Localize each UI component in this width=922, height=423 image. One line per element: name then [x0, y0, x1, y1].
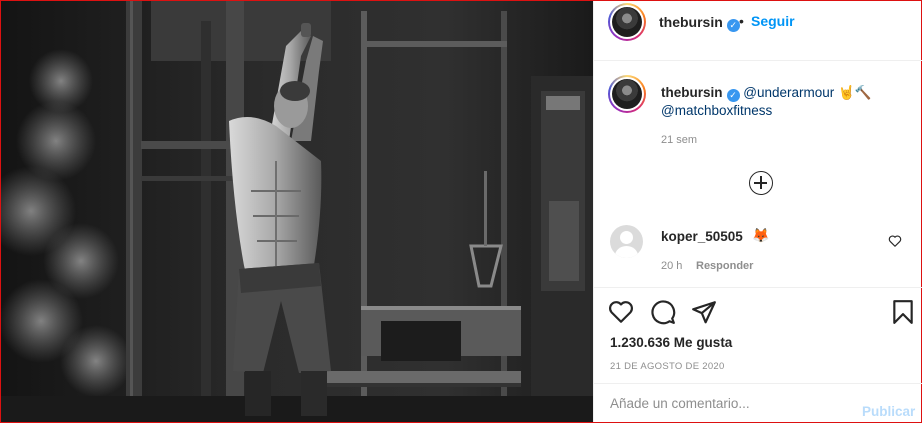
comment-username[interactable]: koper_50505	[661, 229, 743, 244]
caption-emojis: 🤘🔨	[838, 85, 872, 100]
mention-underarmour[interactable]: @underarmour	[743, 85, 834, 100]
post-image[interactable]	[1, 1, 593, 422]
post-comment-button[interactable]: Publicar	[862, 404, 915, 419]
author-username[interactable]: thebursin ✓	[659, 14, 740, 32]
comment-text: 🦊	[752, 227, 770, 243]
comment-input[interactable]	[610, 393, 840, 413]
separator-dot: •	[739, 13, 744, 29]
comment-icon[interactable]	[650, 299, 676, 325]
avatar-photo	[612, 79, 642, 109]
avatar-ring-gap	[610, 77, 644, 111]
follow-button[interactable]: Seguir	[751, 13, 795, 29]
share-icon[interactable]	[691, 299, 717, 325]
likes-count[interactable]: 1.230.636 Me gusta	[610, 335, 732, 350]
load-more-comments-icon[interactable]	[749, 171, 773, 195]
caption-avatar[interactable]	[608, 75, 646, 113]
comment-like-heart-icon[interactable]	[888, 234, 902, 248]
post-header: thebursin ✓ • Seguir	[594, 1, 922, 61]
bookmark-icon[interactable]	[890, 299, 916, 325]
username-text[interactable]: thebursin	[659, 14, 723, 30]
post-actions: 1.230.636 Me gusta 21 DE AGOSTO DE 2020	[594, 287, 922, 383]
comment-composer: Publicar	[594, 383, 922, 422]
caption-timestamp[interactable]: 21 sem	[661, 134, 697, 146]
avatar-photo	[612, 7, 642, 37]
mention-matchboxfitness[interactable]: @matchboxfitness	[661, 103, 772, 118]
avatar-ring-gap	[610, 5, 644, 39]
reply-button[interactable]: Responder	[696, 260, 753, 272]
commenter-avatar[interactable]	[610, 225, 643, 258]
author-avatar[interactable]	[608, 3, 646, 41]
verified-badge-icon: ✓	[726, 89, 740, 102]
heart-icon[interactable]	[608, 299, 634, 325]
caption-username[interactable]: thebursin	[661, 85, 723, 100]
comment-timestamp[interactable]: 20 h	[661, 260, 682, 272]
post-side-panel: thebursin ✓ • Seguir thebursin ✓ @underarm…	[593, 1, 922, 422]
caption-text: thebursin ✓ @underarmour 🤘🔨 @matchboxfitn…	[661, 84, 911, 120]
post-date[interactable]: 21 DE AGOSTO DE 2020	[610, 361, 725, 372]
gym-photo	[1, 1, 593, 422]
verified-badge-icon: ✓	[726, 19, 740, 32]
